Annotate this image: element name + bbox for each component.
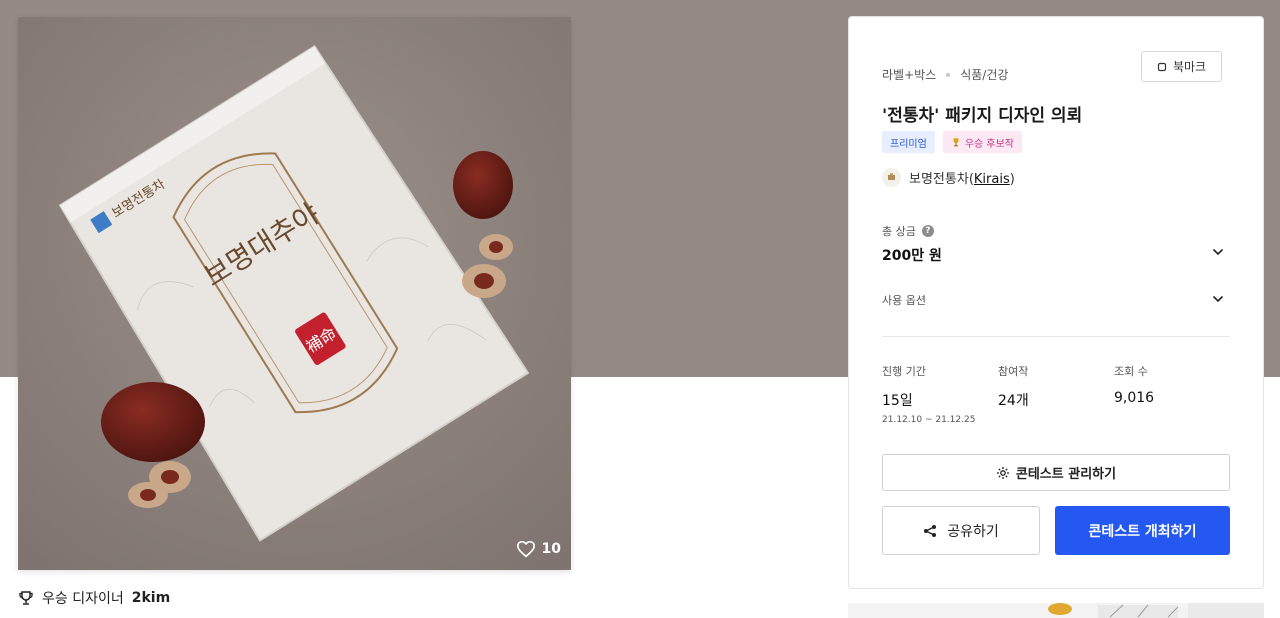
stat-period-label: 진행 기간 <box>882 365 926 378</box>
contest-info-panel: 라벨+박스 식품/건강 북마크 '전통차' 패키지 디자인 의뢰 프리미엄 우승… <box>848 16 1264 589</box>
bookmark-label: 북마크 <box>1172 60 1207 74</box>
stat-entries-value: 24개 <box>998 393 1029 409</box>
breadcrumb-separator <box>946 72 951 77</box>
chevron-down-icon[interactable] <box>1211 245 1225 259</box>
heart-outline-icon <box>516 540 535 558</box>
client-handle-close: ) <box>1009 172 1015 187</box>
client-info[interactable]: 보명전통차(Kirais) <box>882 168 1015 187</box>
share-button[interactable]: 공유하기 <box>882 506 1040 555</box>
award-badge-label: 우승 후보작 <box>964 138 1014 150</box>
manage-contest-button[interactable]: 콘테스트 관리하기 <box>882 454 1230 491</box>
client-logo-icon <box>888 173 895 180</box>
stat-entries-label: 참여작 <box>998 365 1029 378</box>
related-card-image <box>848 603 1264 618</box>
divider <box>882 336 1230 337</box>
product-image[interactable]: 補命 보명대추야 보명전통차 10 <box>18 17 571 570</box>
stat-views: 조회 수 9,016 <box>1114 363 1154 406</box>
contest-title: '전통차' 패키지 디자인 의뢰 <box>882 106 1083 126</box>
stat-period-value: 15일 <box>882 393 913 409</box>
award-badge: 우승 후보작 <box>942 131 1022 153</box>
jujube-date <box>453 151 513 219</box>
share-label: 공유하기 <box>947 523 999 540</box>
trophy-icon <box>19 591 33 605</box>
bookmark-icon <box>1157 62 1167 71</box>
share-icon <box>924 524 937 537</box>
stat-period: 진행 기간 15일 21.12.10 ~ 21.12.25 <box>882 363 975 425</box>
client-name: 보명전통차 <box>909 172 969 187</box>
breadcrumb-subcategory[interactable]: 식품/건강 <box>960 66 1008 83</box>
stat-views-label: 조회 수 <box>1114 365 1148 378</box>
bookmark-button[interactable]: 북마크 <box>1141 51 1222 82</box>
jujube-date <box>101 382 205 462</box>
contest-tags: 프리미엄 우승 후보작 <box>882 131 1022 153</box>
chevron-down-icon[interactable] <box>1211 292 1225 306</box>
like-count: 10 <box>541 541 561 557</box>
breadcrumb-category[interactable]: 라벨+박스 <box>882 66 936 83</box>
premium-badge: 프리미엄 <box>882 131 935 153</box>
help-icon[interactable]: ? <box>921 225 934 237</box>
stat-period-range: 21.12.10 ~ 21.12.25 <box>882 415 976 425</box>
stat-views-value: 9,016 <box>1114 390 1155 406</box>
like-button[interactable]: 10 <box>516 540 561 558</box>
host-contest-label: 콘테스트 개최하기 <box>1088 523 1197 540</box>
host-contest-button[interactable]: 콘테스트 개최하기 <box>1055 506 1230 555</box>
winner-label: 우승 디자이너 <box>42 591 124 607</box>
stat-entries: 참여작 24개 <box>998 363 1029 410</box>
related-card-preview[interactable] <box>848 603 1264 618</box>
winner-designer: 우승 디자이너 2kim <box>18 588 170 608</box>
winner-name[interactable]: 2kim <box>132 590 170 606</box>
trophy-icon <box>953 138 959 147</box>
client-logo <box>882 168 901 187</box>
breadcrumb: 라벨+박스 식품/건강 <box>882 66 1008 83</box>
prize-label-row: 총 상금 ? <box>882 223 934 239</box>
prize-label: 총 상금 <box>882 225 916 238</box>
prize-value: 200만 원 <box>882 248 942 264</box>
gear-icon <box>996 466 1009 479</box>
usage-options-label: 사용 옵션 <box>882 294 926 307</box>
client-handle[interactable]: Kirais <box>974 172 1010 187</box>
manage-contest-label: 콘테스트 관리하기 <box>1015 467 1117 482</box>
product-photo: 補命 보명대추야 보명전통차 <box>18 17 571 570</box>
